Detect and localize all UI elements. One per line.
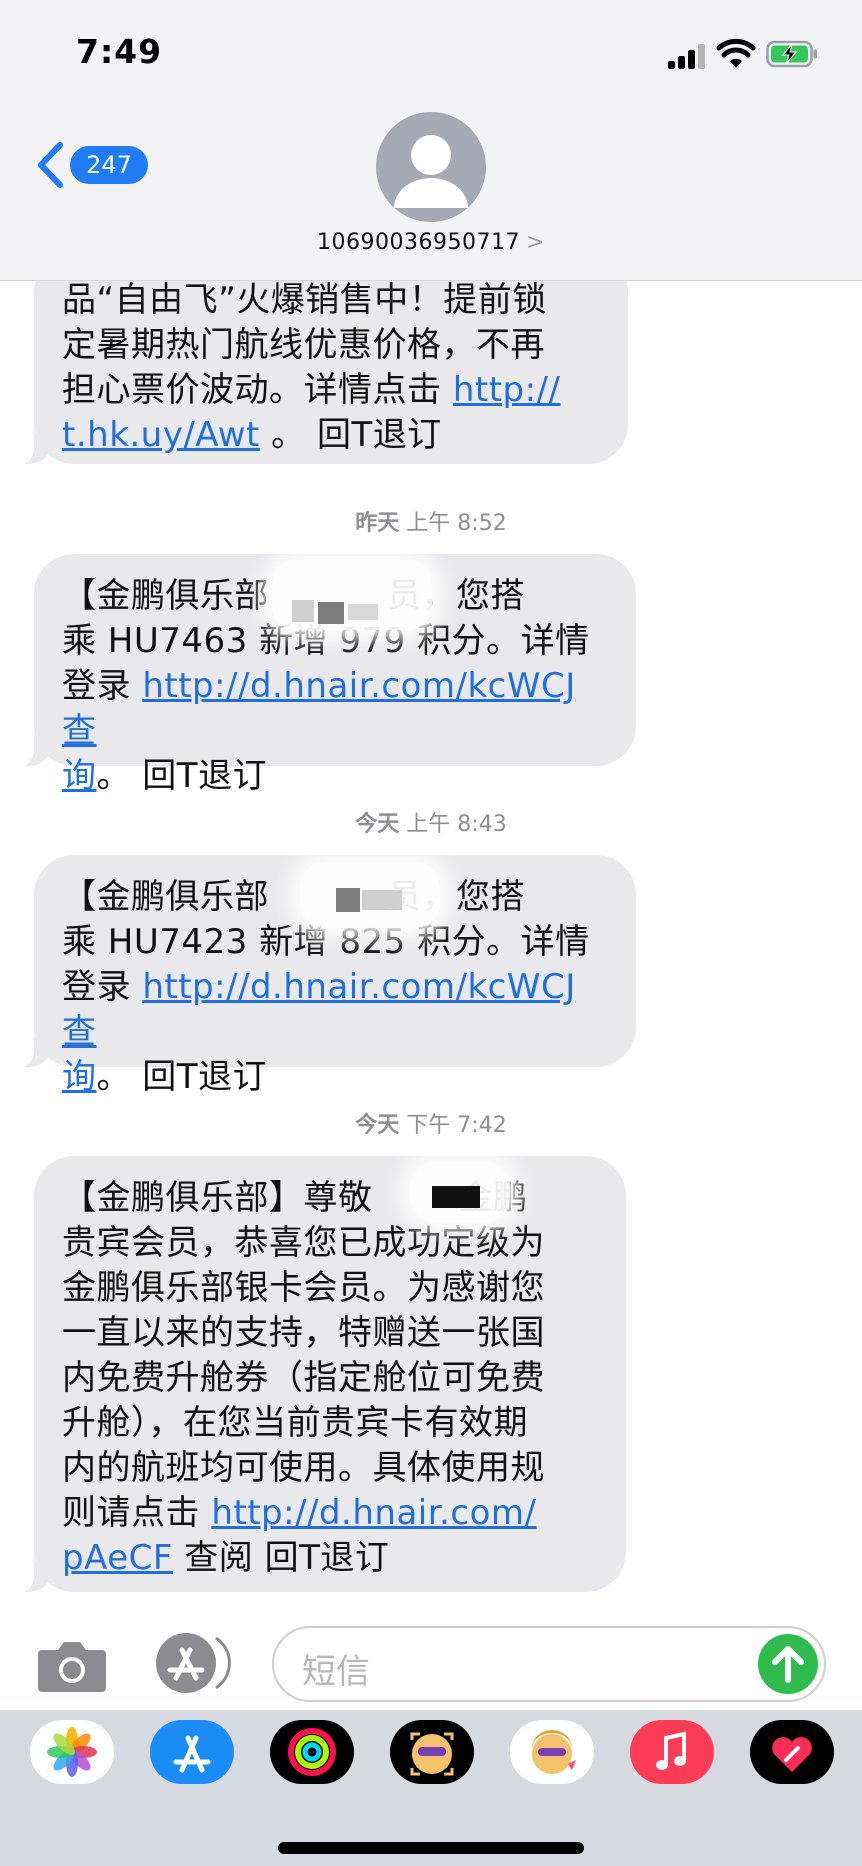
app-store-icon[interactable] xyxy=(150,1720,234,1784)
activity-icon[interactable] xyxy=(270,1720,354,1784)
arrow-up-icon xyxy=(772,1646,804,1683)
battery-charging-icon xyxy=(766,40,817,68)
unread-count-badge: 247 xyxy=(70,146,148,184)
message-bubble[interactable]: 【金鹏俱乐部】尊敬金鹏 贵宾会员，恭喜您已成功定级为 金鹏俱乐部银卡会员。为感谢… xyxy=(8,1156,626,1594)
message-link[interactable]: 询 xyxy=(62,756,97,796)
message-text: 品“自由飞”火爆销售中！提前锁 定暑期热门航线优惠价格，不再 担心票价波动。详情… xyxy=(62,280,561,455)
memoji-icon[interactable] xyxy=(390,1720,474,1784)
redaction-blur xyxy=(300,862,440,928)
back-button[interactable]: 247 xyxy=(36,140,148,190)
message-link[interactable]: 询 xyxy=(62,1057,97,1097)
timestamp: 昨天 上午 8:52 xyxy=(355,511,507,536)
wifi-icon xyxy=(716,38,756,68)
heart-digital-touch-icon[interactable] xyxy=(750,1720,834,1784)
chevron-right-icon: > xyxy=(526,230,545,255)
cellular-signal-icon xyxy=(668,43,706,69)
status-time: 7:49 xyxy=(76,32,163,71)
message-link[interactable]: 查 xyxy=(62,1012,97,1052)
message-link[interactable]: pAeCF xyxy=(62,1538,173,1578)
message-link[interactable]: http://d.hnair.com/kcWCJ xyxy=(142,666,575,706)
message-link[interactable]: 查 xyxy=(62,711,97,751)
redaction-blur xyxy=(272,560,432,630)
memoji-sticker-icon[interactable] xyxy=(510,1720,594,1784)
message-bubble[interactable]: 品“自由飞”火爆销售中！提前锁 定暑期热门航线优惠价格，不再 担心票价波动。详情… xyxy=(8,252,628,466)
message-link[interactable]: http:// xyxy=(453,370,561,410)
timestamp: 今天 下午 7:42 xyxy=(355,1113,507,1138)
message-text: 【金鹏俱乐部】尊敬金鹏 贵宾会员，恭喜您已成功定级为 金鹏俱乐部银卡会员。为感谢… xyxy=(62,1178,545,1578)
conversation-header: 7:49 247 10690036950717 > xyxy=(0,0,862,281)
imessage-app-drawer xyxy=(0,1710,862,1866)
app-store-apps-icon[interactable] xyxy=(152,1628,232,1698)
message-link[interactable]: http://d.hnair.com/ xyxy=(211,1493,536,1533)
contact-avatar[interactable] xyxy=(376,112,486,222)
camera-icon[interactable] xyxy=(36,1638,108,1694)
message-input-placeholder: 短信 xyxy=(302,1652,370,1692)
message-input[interactable]: 短信 xyxy=(272,1626,826,1702)
person-icon xyxy=(394,135,468,208)
contact-name-button[interactable]: 10690036950717 > xyxy=(0,230,862,255)
home-indicator[interactable] xyxy=(278,1842,584,1854)
message-link[interactable]: t.hk.uy/Awt xyxy=(62,415,260,455)
chevron-left-icon xyxy=(38,142,63,188)
photos-icon[interactable] xyxy=(30,1720,114,1784)
compose-bar: 短信 xyxy=(0,1608,862,1708)
message-link[interactable]: http://d.hnair.com/kcWCJ xyxy=(142,967,575,1007)
music-icon[interactable] xyxy=(630,1720,714,1784)
redaction-blur xyxy=(410,1162,510,1222)
send-button[interactable] xyxy=(758,1634,818,1694)
timestamp: 今天 上午 8:43 xyxy=(355,812,507,837)
